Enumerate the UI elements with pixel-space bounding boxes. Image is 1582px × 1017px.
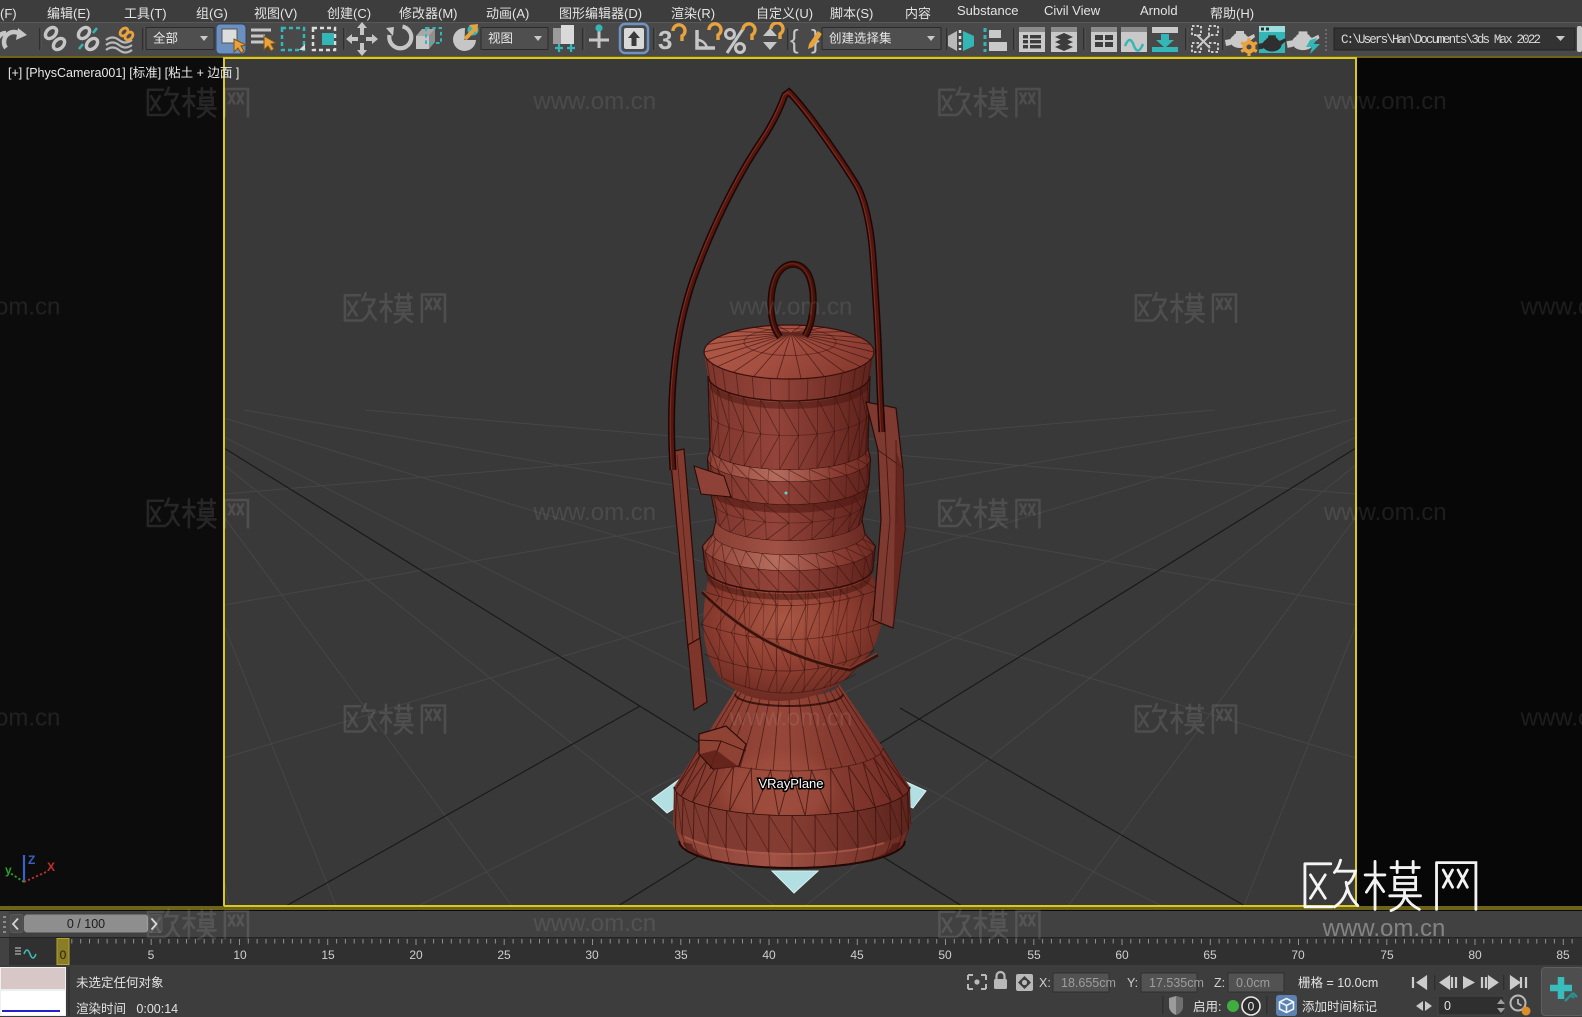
svg-text:85: 85 — [1556, 948, 1570, 962]
svg-text:启用:: 启用: — [1193, 1000, 1221, 1014]
svg-text:35: 35 — [674, 948, 688, 962]
svg-text:18.655cm: 18.655cm — [1061, 976, 1116, 990]
svg-text:VRayPlane: VRayPlane — [758, 776, 823, 791]
svg-text:0.0cm: 0.0cm — [1236, 976, 1270, 990]
svg-text:视图: 视图 — [488, 31, 513, 46]
svg-text:3: 3 — [658, 25, 672, 55]
svg-text:10: 10 — [233, 948, 247, 962]
svg-text:5: 5 — [148, 948, 155, 962]
svg-text:X:: X: — [1039, 976, 1051, 990]
svg-text:40: 40 — [762, 948, 776, 962]
svg-text:C:\Users\Han\Documents\3ds Max: C:\Users\Han\Documents\3ds Max 2022 — [1341, 33, 1541, 47]
svg-text:全部: 全部 — [153, 31, 178, 46]
svg-text:80: 80 — [1468, 948, 1482, 962]
svg-text:75: 75 — [1380, 948, 1394, 962]
svg-text:50: 50 — [938, 948, 952, 962]
svg-text:X: X — [47, 860, 55, 874]
svg-text:{: { — [790, 24, 799, 54]
svg-text:Z:: Z: — [1214, 976, 1225, 990]
svg-text:15: 15 — [321, 948, 335, 962]
svg-text:Z: Z — [28, 853, 35, 867]
svg-text:0: 0 — [1444, 999, 1451, 1013]
svg-text:Y:: Y: — [1127, 976, 1138, 990]
svg-text:55: 55 — [1027, 948, 1041, 962]
svg-text:0: 0 — [1248, 1000, 1255, 1014]
svg-text:60: 60 — [1115, 948, 1129, 962]
svg-text:25: 25 — [497, 948, 511, 962]
svg-text:65: 65 — [1203, 948, 1217, 962]
svg-text:创建选择集: 创建选择集 — [829, 31, 892, 46]
svg-text:0: 0 — [60, 948, 67, 962]
svg-text:30: 30 — [585, 948, 599, 962]
svg-text:20: 20 — [409, 948, 423, 962]
svg-text:17.535cm: 17.535cm — [1149, 976, 1204, 990]
svg-text:0 / 100: 0 / 100 — [67, 917, 105, 931]
svg-text:[+] [PhysCamera001] [标准] [粘土 +: [+] [PhysCamera001] [标准] [粘土 + 边面 ] — [8, 65, 239, 80]
svg-text:添加时间标记: 添加时间标记 — [1302, 1000, 1378, 1014]
svg-text:45: 45 — [850, 948, 864, 962]
svg-text:栅格 = 10.0cm: 栅格 = 10.0cm — [1298, 975, 1378, 990]
svg-text:y: y — [5, 863, 12, 877]
svg-text:70: 70 — [1291, 948, 1305, 962]
